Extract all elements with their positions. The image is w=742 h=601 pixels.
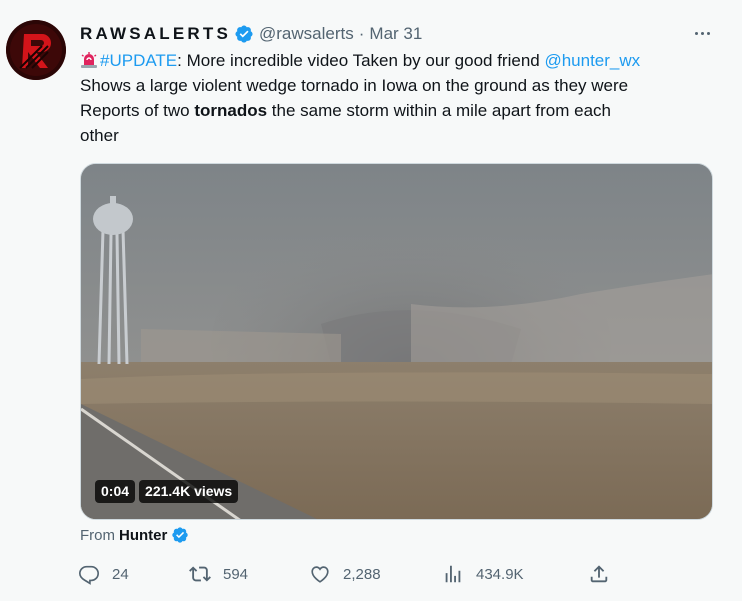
tweet-text-line-4: other <box>80 126 119 145</box>
rawsalerts-logo <box>6 20 66 80</box>
tweet-text-line-1: #UPDATE: More incredible video Taken by … <box>80 48 720 73</box>
views-button[interactable]: 434.9K <box>442 560 524 588</box>
views-count: 434.9K <box>476 565 524 583</box>
attribution-name[interactable]: Hunter <box>119 527 167 544</box>
more-icon[interactable] <box>688 22 716 44</box>
verified-badge-icon <box>235 25 253 43</box>
like-button[interactable]: 2,288 <box>309 560 381 588</box>
tweet-text-line-3: Reports of two tornados the same storm w… <box>80 98 720 123</box>
tweet-date[interactable]: Mar 31 <box>369 24 422 44</box>
video-badges: 0:04 221.4K views <box>95 480 239 503</box>
mention-hunter-wx[interactable]: @hunter_wx <box>544 51 640 70</box>
tweet-text-segment: the same storm within a mile apart from … <box>267 101 611 120</box>
avatar[interactable] <box>6 20 66 80</box>
siren-emoji-icon <box>81 52 97 68</box>
video-view-count: 221.4K views <box>139 480 239 503</box>
tweet-text-segment: : More incredible video Taken by our goo… <box>177 51 545 70</box>
retweet-button[interactable]: 594 <box>189 560 248 588</box>
views-icon <box>445 565 461 583</box>
share-button[interactable] <box>588 560 610 588</box>
handle[interactable]: @rawsalerts <box>259 24 354 44</box>
separator-dot: · <box>358 24 365 43</box>
verified-badge-icon <box>172 527 189 543</box>
share-icon <box>590 565 608 583</box>
tweet-text: #UPDATE: More incredible video Taken by … <box>80 48 720 148</box>
reply-button[interactable]: 24 <box>78 560 129 588</box>
video-frame-tornado <box>81 164 712 519</box>
reply-icon <box>79 565 99 585</box>
tweet[interactable]: RAWSALERTS @rawsalerts · Mar 31 #UPDATE:… <box>0 0 742 601</box>
like-icon <box>311 566 329 583</box>
attribution: From Hunter <box>80 524 189 546</box>
retweet-icon <box>189 566 211 582</box>
display-name[interactable]: RAWSALERTS <box>80 24 231 44</box>
video-duration: 0:04 <box>95 480 136 503</box>
attribution-prefix: From <box>80 526 115 544</box>
tweet-text-line-2: Shows a large violent wedge tornado in I… <box>80 76 629 95</box>
tweet-text-bold: tornados <box>194 101 268 120</box>
action-bar: 24 594 2,288 434.9K <box>78 560 638 588</box>
retweet-count: 594 <box>223 565 249 583</box>
reply-count: 24 <box>112 565 129 583</box>
tweet-header: RAWSALERTS @rawsalerts · Mar 31 <box>80 22 422 46</box>
like-count: 2,288 <box>343 565 381 583</box>
tweet-text-segment: Reports of two <box>80 101 195 120</box>
hashtag-update[interactable]: #UPDATE <box>100 51 177 70</box>
video-player[interactable]: 0:04 221.4K views <box>80 163 713 520</box>
